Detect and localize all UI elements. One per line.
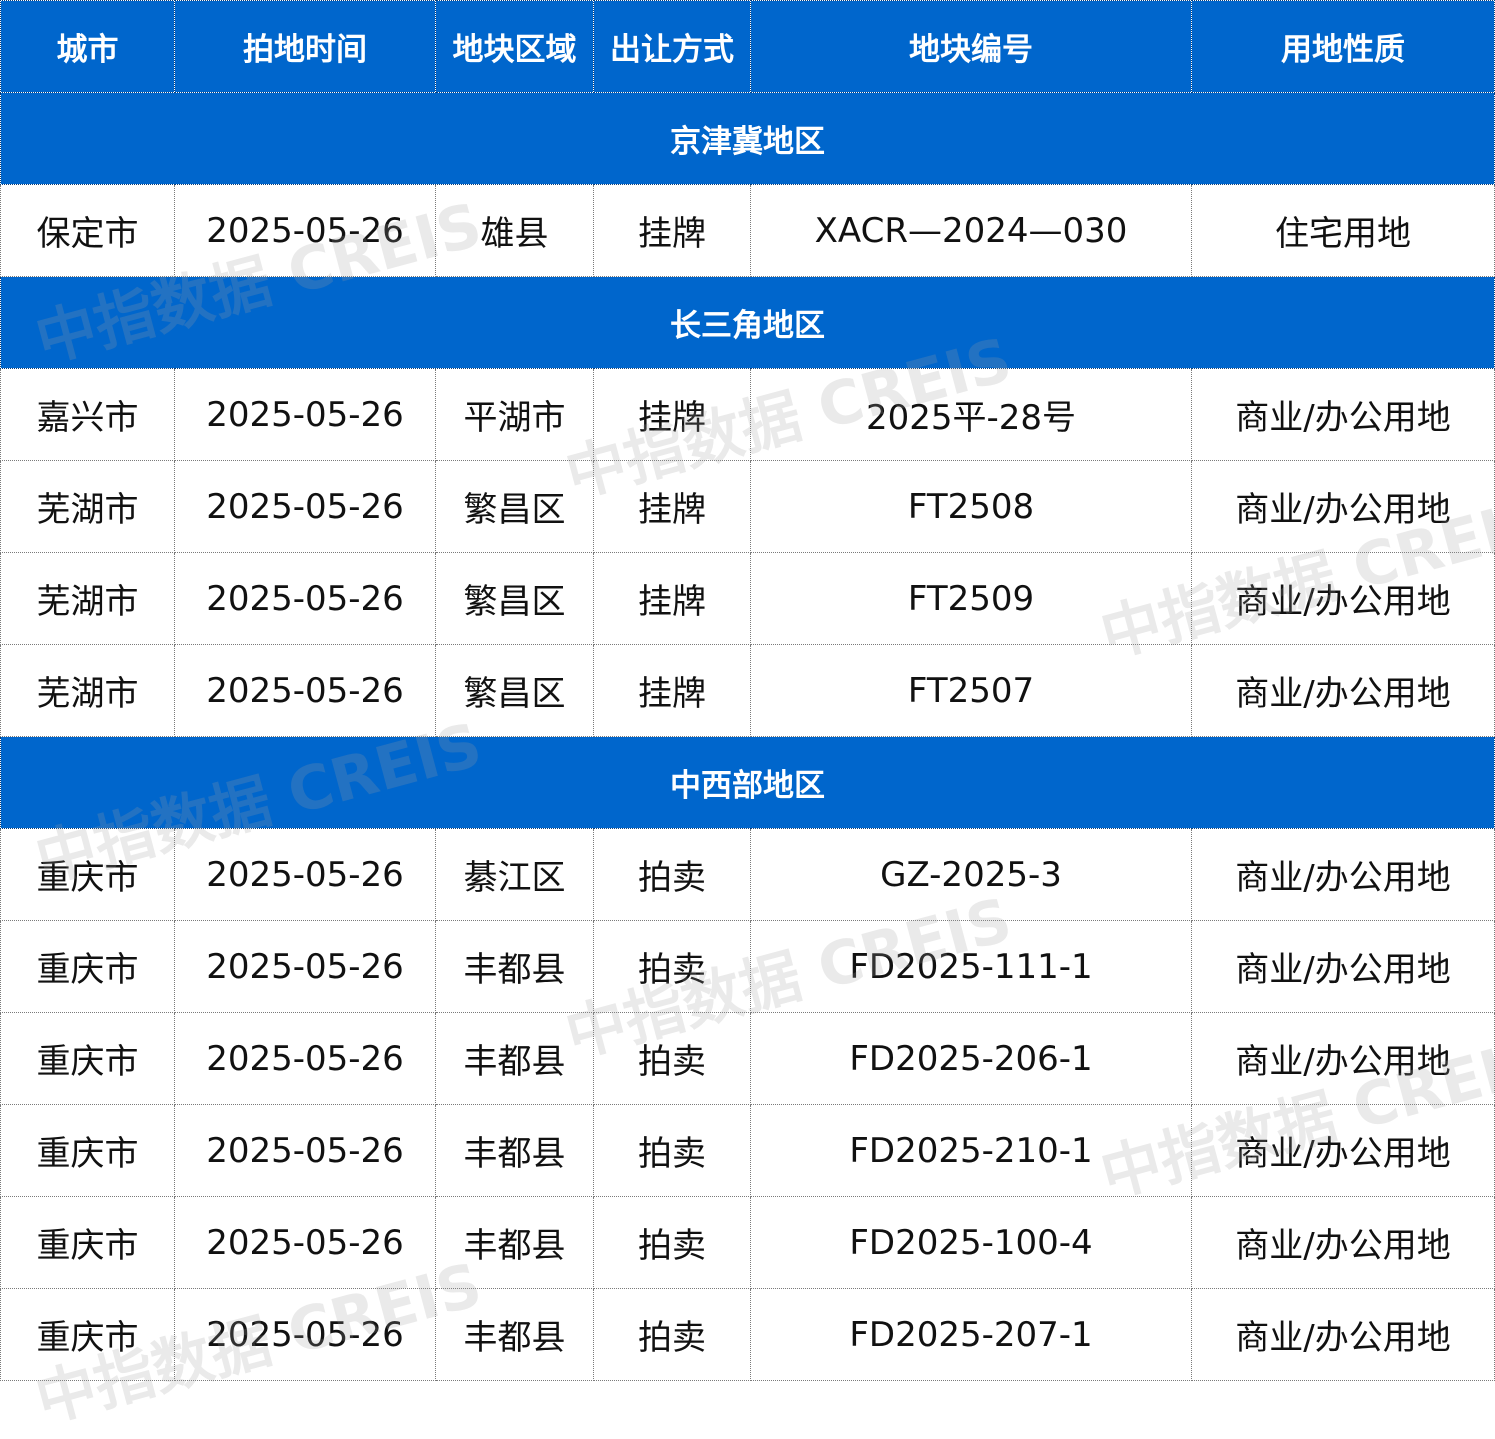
- cell-code: FD2025-206-1: [750, 1012, 1192, 1105]
- cell-code: GZ-2025-3: [750, 828, 1192, 921]
- cell-date: 2025-05-26: [174, 1196, 436, 1289]
- cell-usage: 商业/办公用地: [1191, 828, 1495, 921]
- header-code: 地块编号: [750, 0, 1192, 93]
- cell-code: FD2025-207-1: [750, 1288, 1192, 1381]
- cell-area: 平湖市: [435, 368, 594, 461]
- cell-method: 挂牌: [593, 184, 751, 277]
- cell-area: 丰都县: [435, 1012, 594, 1105]
- cell-code: FD2025-100-4: [750, 1196, 1192, 1289]
- cell-city: 重庆市: [0, 828, 175, 921]
- cell-date: 2025-05-26: [174, 368, 436, 461]
- header-method: 出让方式: [593, 0, 751, 93]
- cell-area: 繁昌区: [435, 644, 594, 737]
- cell-method: 挂牌: [593, 644, 751, 737]
- table-header-row: 城市 拍地时间 地块区域 出让方式 地块编号 用地性质: [0, 0, 1495, 93]
- cell-city: 重庆市: [0, 1104, 175, 1197]
- cell-code: XACR—2024—030: [750, 184, 1192, 277]
- cell-method: 拍卖: [593, 1196, 751, 1289]
- cell-date: 2025-05-26: [174, 552, 436, 645]
- cell-method: 拍卖: [593, 1288, 751, 1381]
- cell-code: FD2025-111-1: [750, 920, 1192, 1013]
- cell-area: 丰都县: [435, 1104, 594, 1197]
- cell-method: 拍卖: [593, 828, 751, 921]
- cell-code: FT2509: [750, 552, 1192, 645]
- cell-usage: 商业/办公用地: [1191, 644, 1495, 737]
- cell-date: 2025-05-26: [174, 460, 436, 553]
- cell-city: 重庆市: [0, 920, 175, 1013]
- cell-area: 丰都县: [435, 1288, 594, 1381]
- table-row: 保定市 2025-05-26 雄县 挂牌 XACR—2024—030 住宅用地: [0, 184, 1495, 277]
- cell-area: 丰都县: [435, 1196, 594, 1289]
- header-city: 城市: [0, 0, 175, 93]
- cell-date: 2025-05-26: [174, 828, 436, 921]
- header-date: 拍地时间: [174, 0, 436, 93]
- cell-code: FD2025-210-1: [750, 1104, 1192, 1197]
- cell-city: 保定市: [0, 184, 175, 277]
- cell-usage: 商业/办公用地: [1191, 552, 1495, 645]
- cell-usage: 商业/办公用地: [1191, 1288, 1495, 1381]
- cell-code: 2025平-28号: [750, 368, 1192, 461]
- cell-usage: 住宅用地: [1191, 184, 1495, 277]
- cell-date: 2025-05-26: [174, 184, 436, 277]
- table-row: 芜湖市 2025-05-26 繁昌区 挂牌 FT2507 商业/办公用地: [0, 644, 1495, 737]
- cell-usage: 商业/办公用地: [1191, 460, 1495, 553]
- table-body: 京津冀地区 保定市 2025-05-26 雄县 挂牌 XACR—2024—030 住宅用地长…: [0, 92, 1495, 1381]
- cell-date: 2025-05-26: [174, 1104, 436, 1197]
- cell-area: 雄县: [435, 184, 594, 277]
- region-title: 中西部地区: [0, 736, 1495, 829]
- cell-date: 2025-05-26: [174, 920, 436, 1013]
- cell-method: 拍卖: [593, 920, 751, 1013]
- table-row: 重庆市 2025-05-26 綦江区 拍卖 GZ-2025-3 商业/办公用地: [0, 828, 1495, 921]
- region-title: 京津冀地区: [0, 92, 1495, 185]
- cell-city: 芜湖市: [0, 552, 175, 645]
- cell-city: 重庆市: [0, 1196, 175, 1289]
- cell-method: 拍卖: [593, 1104, 751, 1197]
- cell-method: 挂牌: [593, 460, 751, 553]
- cell-area: 綦江区: [435, 828, 594, 921]
- cell-usage: 商业/办公用地: [1191, 1196, 1495, 1289]
- header-area: 地块区域: [435, 0, 594, 93]
- cell-area: 丰都县: [435, 920, 594, 1013]
- cell-area: 繁昌区: [435, 552, 594, 645]
- cell-city: 芜湖市: [0, 460, 175, 553]
- cell-city: 重庆市: [0, 1012, 175, 1105]
- cell-usage: 商业/办公用地: [1191, 920, 1495, 1013]
- region-row: 京津冀地区: [0, 92, 1495, 185]
- table-row: 重庆市 2025-05-26 丰都县 拍卖 FD2025-207-1 商业/办公用地: [0, 1288, 1495, 1381]
- table-row: 芜湖市 2025-05-26 繁昌区 挂牌 FT2508 商业/办公用地: [0, 460, 1495, 553]
- cell-method: 挂牌: [593, 368, 751, 461]
- table-row: 重庆市 2025-05-26 丰都县 拍卖 FD2025-100-4 商业/办公用地: [0, 1196, 1495, 1289]
- region-row: 长三角地区: [0, 276, 1495, 369]
- cell-code: FT2507: [750, 644, 1192, 737]
- cell-usage: 商业/办公用地: [1191, 1104, 1495, 1197]
- table-row: 重庆市 2025-05-26 丰都县 拍卖 FD2025-206-1 商业/办公用地: [0, 1012, 1495, 1105]
- cell-code: FT2508: [750, 460, 1192, 553]
- table-row: 芜湖市 2025-05-26 繁昌区 挂牌 FT2509 商业/办公用地: [0, 552, 1495, 645]
- cell-date: 2025-05-26: [174, 1012, 436, 1105]
- cell-city: 嘉兴市: [0, 368, 175, 461]
- header-usage: 用地性质: [1191, 0, 1495, 93]
- cell-usage: 商业/办公用地: [1191, 368, 1495, 461]
- cell-method: 拍卖: [593, 1012, 751, 1105]
- cell-city: 芜湖市: [0, 644, 175, 737]
- cell-area: 繁昌区: [435, 460, 594, 553]
- region-row: 中西部地区: [0, 736, 1495, 829]
- table-row: 重庆市 2025-05-26 丰都县 拍卖 FD2025-111-1 商业/办公用地: [0, 920, 1495, 1013]
- cell-method: 挂牌: [593, 552, 751, 645]
- table-row: 重庆市 2025-05-26 丰都县 拍卖 FD2025-210-1 商业/办公用地: [0, 1104, 1495, 1197]
- cell-usage: 商业/办公用地: [1191, 1012, 1495, 1105]
- table-row: 嘉兴市 2025-05-26 平湖市 挂牌 2025平-28号 商业/办公用地: [0, 368, 1495, 461]
- cell-date: 2025-05-26: [174, 1288, 436, 1381]
- land-auction-table: 城市 拍地时间 地块区域 出让方式 地块编号 用地性质 京津冀地区 保定市 2025…: [0, 0, 1495, 1381]
- cell-date: 2025-05-26: [174, 644, 436, 737]
- region-title: 长三角地区: [0, 276, 1495, 369]
- cell-city: 重庆市: [0, 1288, 175, 1381]
